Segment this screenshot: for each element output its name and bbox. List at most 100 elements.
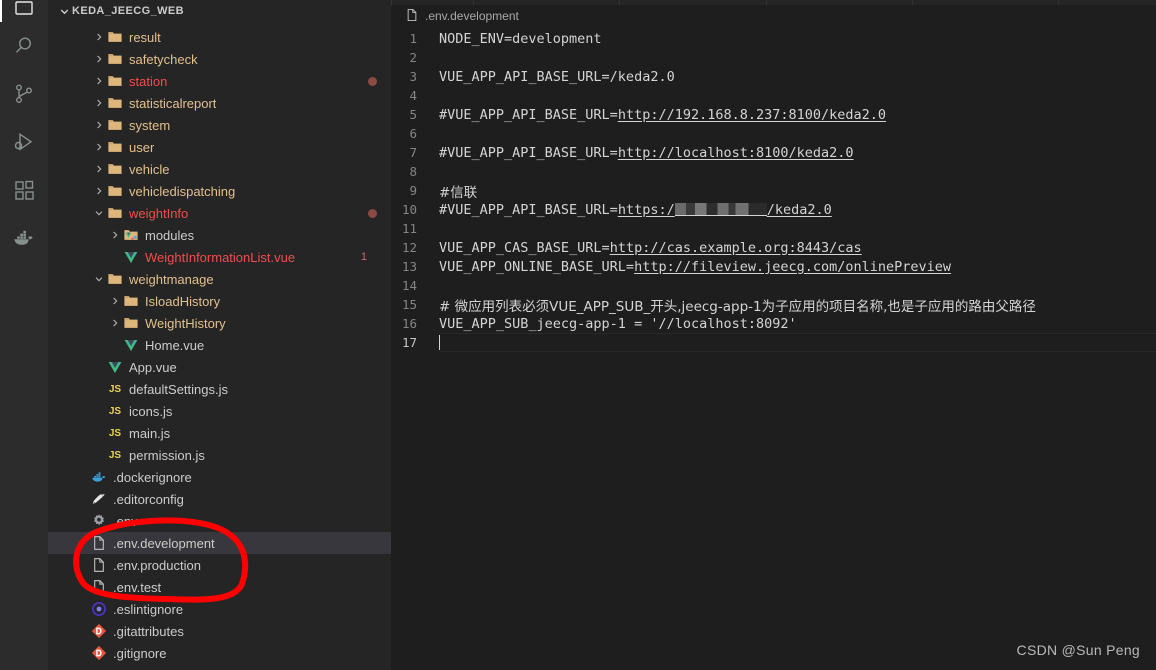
- explorer-icon: [12, 0, 36, 22]
- docker-icon: [11, 225, 37, 251]
- activity-item-explorer[interactable]: [0, 0, 48, 22]
- file-file-icon: [89, 557, 109, 573]
- folder-icon: [105, 73, 125, 89]
- file-tree[interactable]: result safetycheck station statisticalrepor…: [48, 26, 391, 670]
- tree-row-label: .env.test: [113, 579, 162, 595]
- tree-row-gitignore[interactable]: .gitignore: [48, 642, 391, 664]
- tree-row-system[interactable]: system: [48, 114, 391, 136]
- tree-row-permission-js[interactable]: JS permission.js: [48, 444, 391, 466]
- tree-row-label: .eslintignore: [113, 601, 184, 617]
- tree-row-env-production[interactable]: .env.production: [48, 554, 391, 576]
- code-line[interactable]: 7 #VUE_APP_API_BASE_URL=http://localhost:…: [391, 143, 1156, 162]
- tree-row-weightinfo[interactable]: weightInfo: [48, 202, 391, 224]
- breadcrumb[interactable]: .env.development: [391, 5, 1156, 27]
- code-line[interactable]: 9 #信联: [391, 181, 1156, 201]
- code-line[interactable]: 17: [391, 333, 1156, 352]
- code-link[interactable]: https:/: [618, 202, 675, 218]
- line-number: 13: [401, 259, 417, 274]
- tree-row-label: user: [129, 139, 155, 155]
- line-number: 3: [409, 69, 417, 84]
- code-line-text: # 微应用列表必须VUE_APP_SUB_开头,jeecg-app-1为子应用的…: [439, 295, 1156, 315]
- code-line[interactable]: 1 NODE_ENV=development: [391, 29, 1156, 48]
- tree-row-weighthistory[interactable]: WeightHistory: [48, 312, 391, 334]
- tree-row-vehicledispatching[interactable]: vehicledispatching: [48, 180, 391, 202]
- gear-file-icon: [89, 513, 109, 529]
- tree-row-gitattributes[interactable]: .gitattributes: [48, 620, 391, 642]
- tab-strip[interactable]: [391, 0, 1156, 5]
- tree-row-dockerignore[interactable]: .dockerignore: [48, 466, 391, 488]
- tree-row-modules[interactable]: modules: [48, 224, 391, 246]
- activity-item-docker[interactable]: [0, 214, 48, 262]
- code-line[interactable]: 8: [391, 162, 1156, 181]
- tree-row-label: vehicle: [129, 161, 170, 177]
- line-number: 17: [401, 335, 417, 350]
- code-link[interactable]: http://cas.example.org:8443/cas: [610, 240, 862, 256]
- tree-row-weightinformationlist-vue[interactable]: WeightInformationList.vue 1: [48, 246, 391, 268]
- code-line[interactable]: 14: [391, 276, 1156, 295]
- folder-icon: [105, 183, 125, 199]
- activity-item-run-and-debug[interactable]: [0, 118, 48, 166]
- tree-row-editorconfig[interactable]: .editorconfig: [48, 488, 391, 510]
- code-line[interactable]: 5 #VUE_APP_API_BASE_URL=http://192.168.8.…: [391, 105, 1156, 124]
- tree-row-label: modules: [145, 227, 195, 243]
- tree-row-vehicle[interactable]: vehicle: [48, 158, 391, 180]
- code-line[interactable]: 10 #VUE_APP_API_BASE_URL=https:/ /keda2.0: [391, 200, 1156, 219]
- tree-row-isloadhistory[interactable]: IsloadHistory: [48, 290, 391, 312]
- code-line[interactable]: 11: [391, 219, 1156, 238]
- folder-icon: [121, 293, 141, 309]
- code-line-text: VUE_APP_ONLINE_BASE_URL=http://fileview.…: [439, 259, 1156, 275]
- tree-row-statisticalreport[interactable]: statisticalreport: [48, 92, 391, 114]
- line-number: 8: [409, 164, 417, 179]
- tree-row-result[interactable]: result: [48, 26, 391, 48]
- tree-row-user[interactable]: user: [48, 136, 391, 158]
- explorer-section-header[interactable]: KEDA_JEECG_WEB: [48, 0, 391, 22]
- code-text: VUE_APP_ONLINE_BASE_URL=: [439, 258, 635, 275]
- tree-row-env[interactable]: .env: [48, 510, 391, 532]
- code-line[interactable]: 12 VUE_APP_CAS_BASE_URL=http://cas.exampl…: [391, 238, 1156, 257]
- code-line[interactable]: 4: [391, 86, 1156, 105]
- code-line-text: VUE_APP_API_BASE_URL=/keda2.0: [439, 69, 1156, 85]
- code-link[interactable]: http://localhost:8100/keda2.0: [618, 145, 854, 161]
- tree-row-home-vue[interactable]: Home.vue: [48, 334, 391, 356]
- source-control-icon: [12, 82, 36, 106]
- problem-count-badge: 1: [360, 251, 367, 263]
- code-line-text: #信联: [439, 181, 1156, 201]
- vscode-window: KEDA_JEECG_WEB › resultsafetycheckstatio…: [0, 0, 1156, 670]
- tree-row-weightmanage[interactable]: weightmanage: [48, 268, 391, 290]
- tree-row-env-development[interactable]: .env.development: [48, 532, 391, 554]
- tree-row-defaultsettings-js[interactable]: JS defaultSettings.js: [48, 378, 391, 400]
- code-link[interactable]: http://192.168.8.237:8100/keda2.0: [618, 107, 886, 123]
- tree-row-app-vue[interactable]: App.vue: [48, 356, 391, 378]
- folder-icon: [105, 271, 125, 287]
- code-link[interactable]: /keda2.0: [767, 202, 832, 218]
- activity-item-source-control[interactable]: [0, 70, 48, 118]
- tree-row-label: .env.development: [113, 535, 215, 551]
- chevron-right-icon: [108, 296, 121, 306]
- code-link[interactable]: http://fileview.jeecg.com/onlinePreview: [634, 259, 951, 275]
- tree-row-env-test[interactable]: .env.test: [48, 576, 391, 598]
- activity-item-search[interactable]: [0, 22, 48, 70]
- tab-separator: [1058, 0, 1059, 5]
- code-line[interactable]: 3 VUE_APP_API_BASE_URL=/keda2.0: [391, 67, 1156, 86]
- code-line[interactable]: 16 VUE_APP_SUB_jeecg-app-1 = '//localhost…: [391, 314, 1156, 333]
- code-line-text: #VUE_APP_API_BASE_URL=https:/ /keda2.0: [439, 202, 1156, 218]
- code-editor[interactable]: 1 NODE_ENV=development 2 3 VUE_APP_API_BASE_…: [391, 27, 1156, 352]
- code-line-text: VUE_APP_SUB_jeecg-app-1 = '//localhost:8…: [439, 316, 1156, 332]
- tree-row-label: .env.production: [113, 557, 201, 573]
- tree-row-icons-js[interactable]: JS icons.js: [48, 400, 391, 422]
- activity-item-extensions[interactable]: [0, 166, 48, 214]
- code-line[interactable]: 2: [391, 48, 1156, 67]
- code-line[interactable]: 6: [391, 124, 1156, 143]
- code-text: #VUE_APP_API_BASE_URL=: [439, 106, 618, 123]
- chevron-right-icon: [92, 120, 105, 130]
- editorconfig-file-icon: [89, 491, 109, 507]
- docker-file-icon: [89, 469, 109, 485]
- tree-row-label: system: [129, 117, 171, 133]
- tree-row-eslintignore[interactable]: .eslintignore: [48, 598, 391, 620]
- tree-row-safetycheck[interactable]: safetycheck: [48, 48, 391, 70]
- tree-row-main-js[interactable]: JS main.js: [48, 422, 391, 444]
- code-line[interactable]: 13 VUE_APP_ONLINE_BASE_URL=http://filevie…: [391, 257, 1156, 276]
- code-line[interactable]: 15 # 微应用列表必须VUE_APP_SUB_开头,jeecg-app-1为子应…: [391, 295, 1156, 315]
- tree-row-station[interactable]: station: [48, 70, 391, 92]
- run-and-debug-icon: [12, 130, 36, 154]
